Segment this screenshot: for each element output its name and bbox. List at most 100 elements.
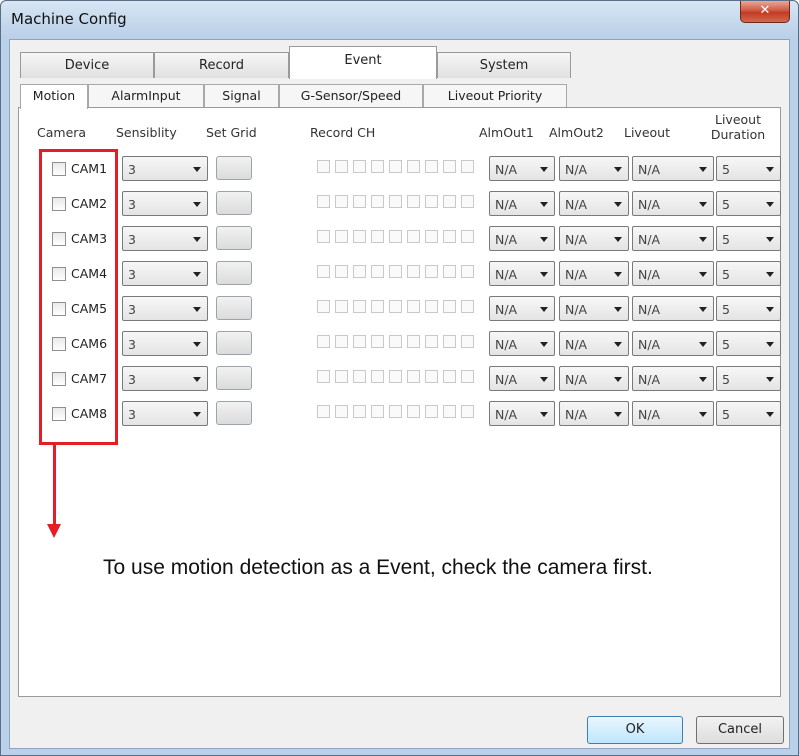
almout2-select[interactable]: N/A: [559, 401, 629, 426]
record-ch-checkbox[interactable]: [371, 265, 384, 278]
record-ch-checkbox[interactable]: [335, 195, 348, 208]
sensibility-select[interactable]: 3: [122, 331, 208, 356]
record-ch-checkbox[interactable]: [389, 370, 402, 383]
liveout-duration-select[interactable]: 5: [716, 331, 781, 356]
almout2-select[interactable]: N/A: [559, 366, 629, 391]
liveout-select[interactable]: N/A: [632, 401, 714, 426]
record-ch-checkbox[interactable]: [407, 370, 420, 383]
record-ch-checkbox[interactable]: [317, 195, 330, 208]
record-ch-checkbox[interactable]: [425, 405, 438, 418]
record-ch-checkbox[interactable]: [407, 195, 420, 208]
record-ch-checkbox[interactable]: [353, 265, 366, 278]
record-ch-checkbox[interactable]: [317, 405, 330, 418]
record-ch-checkbox[interactable]: [371, 405, 384, 418]
set-grid-button[interactable]: [216, 401, 252, 425]
record-ch-checkbox[interactable]: [407, 300, 420, 313]
record-ch-checkbox[interactable]: [461, 265, 474, 278]
record-ch-checkbox[interactable]: [335, 300, 348, 313]
sensibility-select[interactable]: 3: [122, 261, 208, 286]
sensibility-select[interactable]: 3: [122, 226, 208, 251]
record-ch-checkbox[interactable]: [371, 335, 384, 348]
subtab-g-sensor-speed[interactable]: G-Sensor/Speed: [279, 84, 423, 108]
almout1-select[interactable]: N/A: [489, 191, 555, 216]
almout2-select[interactable]: N/A: [559, 191, 629, 216]
record-ch-checkbox[interactable]: [425, 335, 438, 348]
record-ch-checkbox[interactable]: [389, 230, 402, 243]
record-ch-checkbox[interactable]: [461, 195, 474, 208]
sensibility-select[interactable]: 3: [122, 366, 208, 391]
liveout-select[interactable]: N/A: [632, 296, 714, 321]
record-ch-checkbox[interactable]: [317, 370, 330, 383]
record-ch-checkbox[interactable]: [317, 335, 330, 348]
tab-system[interactable]: System: [437, 52, 571, 78]
record-ch-checkbox[interactable]: [335, 265, 348, 278]
record-ch-checkbox[interactable]: [317, 265, 330, 278]
set-grid-button[interactable]: [216, 296, 252, 320]
set-grid-button[interactable]: [216, 331, 252, 355]
record-ch-checkbox[interactable]: [425, 195, 438, 208]
record-ch-checkbox[interactable]: [371, 370, 384, 383]
record-ch-checkbox[interactable]: [461, 335, 474, 348]
record-ch-checkbox[interactable]: [371, 300, 384, 313]
record-ch-checkbox[interactable]: [353, 335, 366, 348]
subtab-signal[interactable]: Signal: [204, 84, 279, 108]
liveout-duration-select[interactable]: 5: [716, 366, 781, 391]
record-ch-checkbox[interactable]: [407, 265, 420, 278]
ok-button[interactable]: OK: [587, 716, 683, 744]
record-ch-checkbox[interactable]: [353, 300, 366, 313]
subtab-liveout-priority[interactable]: Liveout Priority: [423, 84, 567, 108]
record-ch-checkbox[interactable]: [335, 230, 348, 243]
record-ch-checkbox[interactable]: [353, 370, 366, 383]
record-ch-checkbox[interactable]: [317, 160, 330, 173]
record-ch-checkbox[interactable]: [443, 370, 456, 383]
almout2-select[interactable]: N/A: [559, 331, 629, 356]
record-ch-checkbox[interactable]: [461, 160, 474, 173]
sensibility-select[interactable]: 3: [122, 401, 208, 426]
record-ch-checkbox[interactable]: [425, 230, 438, 243]
liveout-select[interactable]: N/A: [632, 156, 714, 181]
liveout-duration-select[interactable]: 5: [716, 296, 781, 321]
record-ch-checkbox[interactable]: [461, 300, 474, 313]
record-ch-checkbox[interactable]: [425, 370, 438, 383]
sensibility-select[interactable]: 3: [122, 296, 208, 321]
liveout-select[interactable]: N/A: [632, 191, 714, 216]
almout1-select[interactable]: N/A: [489, 226, 555, 251]
almout2-select[interactable]: N/A: [559, 261, 629, 286]
liveout-duration-select[interactable]: 5: [716, 401, 781, 426]
record-ch-checkbox[interactable]: [335, 160, 348, 173]
record-ch-checkbox[interactable]: [371, 195, 384, 208]
sensibility-select[interactable]: 3: [122, 191, 208, 216]
liveout-select[interactable]: N/A: [632, 261, 714, 286]
tab-record[interactable]: Record: [154, 52, 289, 78]
record-ch-checkbox[interactable]: [443, 300, 456, 313]
almout1-select[interactable]: N/A: [489, 331, 555, 356]
liveout-duration-select[interactable]: 5: [716, 191, 781, 216]
record-ch-checkbox[interactable]: [443, 230, 456, 243]
record-ch-checkbox[interactable]: [389, 160, 402, 173]
record-ch-checkbox[interactable]: [407, 230, 420, 243]
tab-event[interactable]: Event: [289, 46, 437, 79]
liveout-select[interactable]: N/A: [632, 331, 714, 356]
almout1-select[interactable]: N/A: [489, 261, 555, 286]
set-grid-button[interactable]: [216, 226, 252, 250]
record-ch-checkbox[interactable]: [389, 300, 402, 313]
set-grid-button[interactable]: [216, 156, 252, 180]
record-ch-checkbox[interactable]: [371, 230, 384, 243]
record-ch-checkbox[interactable]: [389, 405, 402, 418]
record-ch-checkbox[interactable]: [461, 230, 474, 243]
liveout-select[interactable]: N/A: [632, 366, 714, 391]
record-ch-checkbox[interactable]: [335, 405, 348, 418]
record-ch-checkbox[interactable]: [425, 160, 438, 173]
record-ch-checkbox[interactable]: [353, 230, 366, 243]
record-ch-checkbox[interactable]: [407, 335, 420, 348]
record-ch-checkbox[interactable]: [407, 405, 420, 418]
record-ch-checkbox[interactable]: [443, 405, 456, 418]
record-ch-checkbox[interactable]: [425, 265, 438, 278]
record-ch-checkbox[interactable]: [389, 195, 402, 208]
record-ch-checkbox[interactable]: [461, 405, 474, 418]
subtab-alarminput[interactable]: AlarmInput: [88, 84, 204, 108]
almout1-select[interactable]: N/A: [489, 156, 555, 181]
cancel-button[interactable]: Cancel: [696, 716, 784, 744]
set-grid-button[interactable]: [216, 261, 252, 285]
set-grid-button[interactable]: [216, 191, 252, 215]
